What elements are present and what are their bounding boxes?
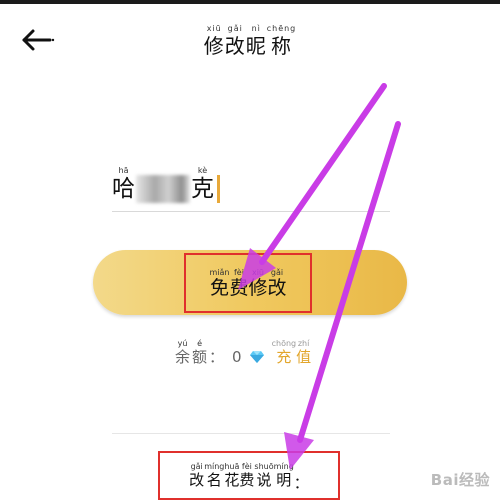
balance-char: é额 [192,339,208,366]
button-char: gǎi 改 [267,267,287,299]
button-char: fèi 费 [229,267,249,299]
page-title: xiū 修 gǎi 改 nì 昵 chēng 称 [0,24,500,59]
text-cursor [217,175,220,203]
explain-char: gǎi 改 [189,462,205,489]
balance-value: 0 [232,348,242,366]
recharge-char: chōng 充 [271,339,297,366]
balance-row: yú 余 é 额： 0 chōng 充 zhí 值 [175,334,311,366]
title-char: chēng 称 [266,24,297,58]
button-char: xiū 修 [248,267,268,299]
recharge-char: zhí 值 [296,339,312,366]
explain-char: míng 名 [204,462,225,489]
explain-colon: ： [293,474,309,492]
button-char: miǎn 免 [209,267,230,299]
title-char: gǎi 改 [224,24,246,58]
blurred-text [136,175,190,203]
nickname-char: kè 克 [191,166,214,202]
free-modify-highlight: miǎn 免 fèi 费 xiū 修 gǎi 改 [184,253,312,313]
explain-char: fèi 费 [239,462,255,489]
nickname-char: hā 哈 [112,166,135,202]
explain-char: huā 花 [224,462,240,489]
explain-char: shuō 说 [254,462,274,489]
balance-colon: ： [209,348,225,366]
balance-char: yú 余 [175,339,191,366]
status-bar [0,0,500,4]
title-char: nì 昵 [245,24,267,58]
input-underline [112,211,390,212]
recharge-link[interactable]: chōng 充 zhí 值 [272,339,312,366]
explain-char: míng 明 [273,462,294,489]
diamond-icon [249,351,264,363]
nickname-input[interactable]: hā 哈 kè 克 [112,166,220,212]
section-divider [112,433,390,434]
rename-fee-explanation: gǎi 改 míng 名 huā 花 fèi 费 shuō 说 míng 明： [158,451,340,500]
watermark: Bai经验 [430,471,490,489]
title-char: xiū 修 [203,24,225,58]
